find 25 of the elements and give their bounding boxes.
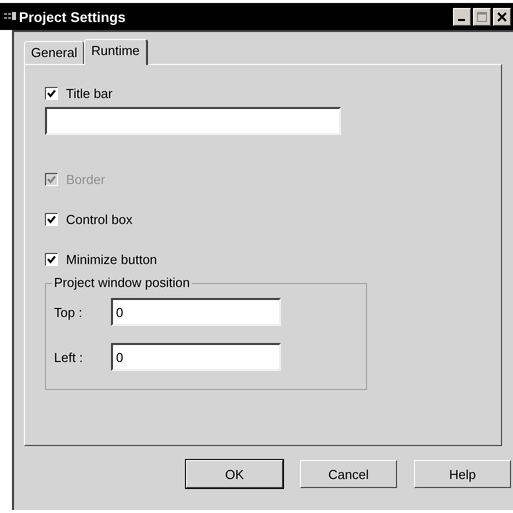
- dialog-button[interactable]: Help: [414, 460, 511, 488]
- maximize-button[interactable]: [473, 8, 491, 26]
- checkbox[interactable]: [45, 252, 58, 266]
- minimize-button[interactable]: [453, 8, 471, 26]
- window-title: Project Settings: [19, 8, 126, 24]
- field-label: Top :: [54, 304, 84, 320]
- field-label: Left :: [54, 350, 84, 364]
- maximize-icon: [477, 12, 487, 22]
- checkbox-label: Minimize button: [66, 252, 158, 266]
- app-icon: [4, 12, 16, 21]
- input-field[interactable]: [45, 107, 341, 135]
- tab[interactable]: Runtime: [84, 39, 148, 65]
- checkbox[interactable]: [45, 212, 58, 226]
- checkbox-label: Border: [66, 172, 106, 186]
- dialog-button[interactable]: OK: [186, 460, 283, 488]
- checkbox[interactable]: [45, 86, 58, 100]
- checkbox-label: Control box: [66, 212, 132, 226]
- input-field[interactable]: 0: [111, 343, 281, 371]
- input-field[interactable]: 0: [111, 298, 281, 326]
- checkbox-label: Title bar: [66, 86, 112, 100]
- close-icon: [497, 12, 507, 22]
- close-button[interactable]: [493, 8, 511, 26]
- group-title: Project window position: [52, 275, 192, 290]
- dialog-button[interactable]: Cancel: [300, 460, 397, 488]
- minimize-icon: [458, 18, 466, 22]
